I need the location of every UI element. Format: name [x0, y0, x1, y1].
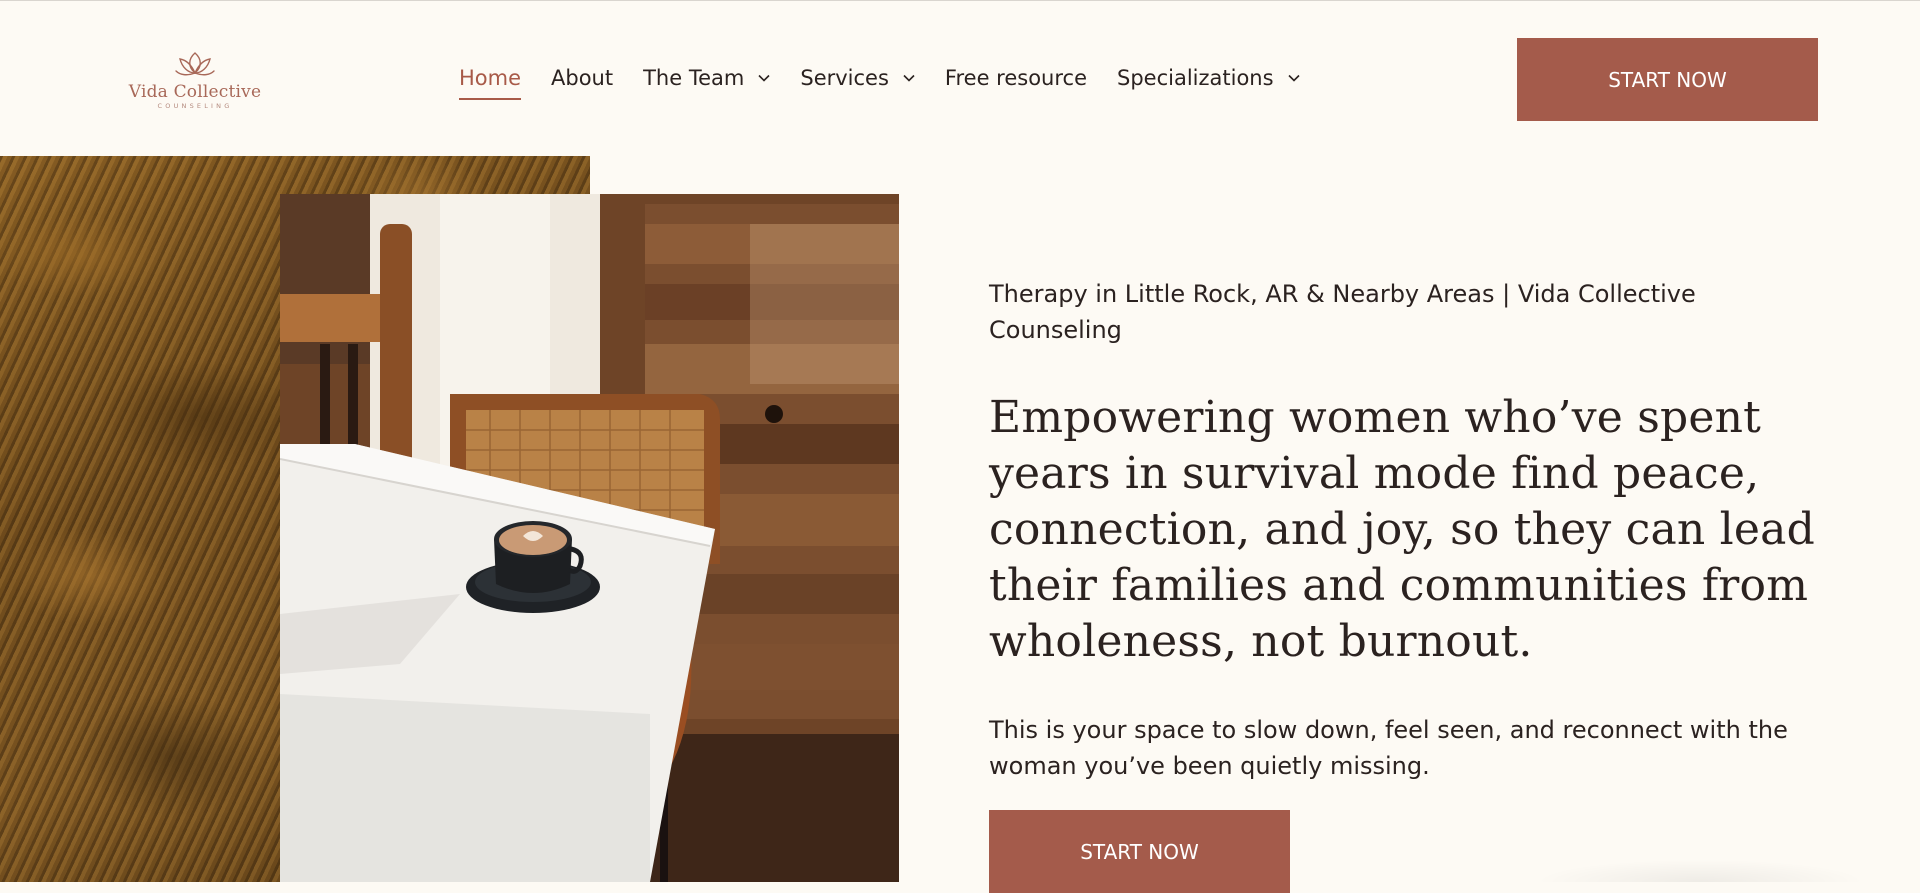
nav-item-free-resource[interactable]: Free resource: [945, 66, 1087, 90]
hero-tagline: Therapy in Little Rock, AR & Nearby Area…: [989, 280, 1696, 344]
chevron-down-icon: [903, 74, 915, 82]
hero-start-now-button[interactable]: START NOW: [989, 810, 1290, 893]
nav-item-label: Specializations: [1117, 66, 1274, 90]
nav-item-specializations[interactable]: Specializations: [1117, 66, 1300, 90]
nav-item-the-team[interactable]: The Team: [643, 66, 770, 90]
chevron-down-icon: [1287, 74, 1300, 82]
nav-item-services[interactable]: Services: [800, 66, 915, 90]
nav-item-home[interactable]: Home: [459, 66, 522, 100]
chevron-down-icon: [758, 74, 770, 82]
nav-item-label: Home: [459, 66, 522, 90]
hero-headline: Empowering women who’ve spent years in s…: [989, 392, 1815, 667]
main-nav: Home About The Team Services Free resour…: [459, 63, 1330, 100]
nav-item-label: About: [551, 66, 614, 90]
nav-item-label: The Team: [643, 66, 745, 90]
cafe-table-photo: [280, 194, 899, 882]
brand-name: Vida Collective: [128, 82, 262, 102]
lotus-icon: [175, 52, 215, 76]
nav-item-label: Services: [800, 66, 889, 90]
nav-item-about[interactable]: About: [551, 66, 613, 90]
hero-content: Therapy in Little Rock, AR & Nearby Area…: [989, 276, 1829, 784]
site-logo[interactable]: Vida Collective COUNSELING: [128, 49, 262, 111]
hero-body: This is your space to slow down, feel se…: [989, 716, 1788, 780]
decorative-shadow: [1480, 842, 1920, 882]
nav-item-label: Free resource: [944, 66, 1087, 90]
brand-subtitle: COUNSELING: [157, 102, 233, 110]
site-header: Vida Collective COUNSELING Home About Th…: [0, 0, 1920, 156]
start-now-button[interactable]: START NOW: [1517, 38, 1818, 121]
